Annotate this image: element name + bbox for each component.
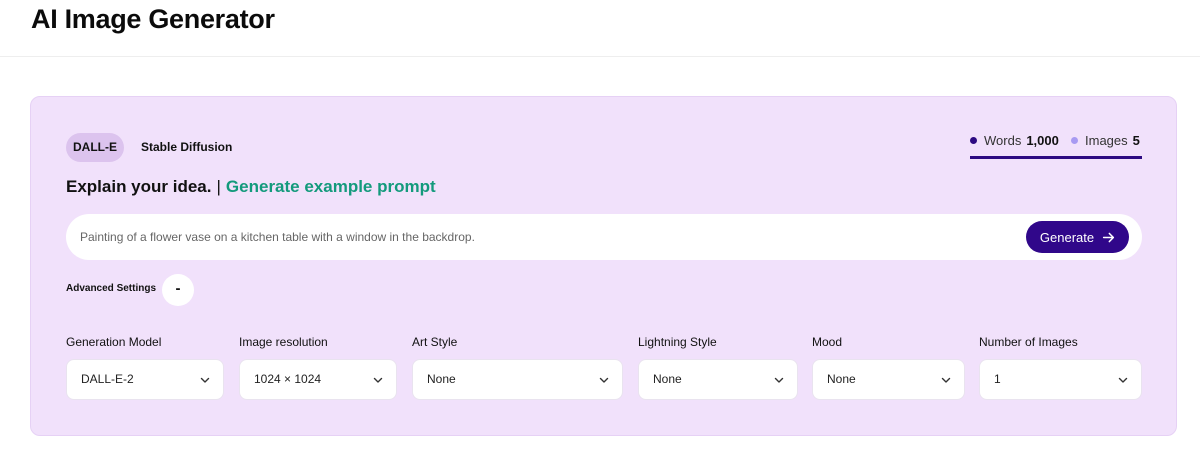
art-style-select[interactable]: None bbox=[412, 359, 623, 400]
generate-button[interactable]: Generate bbox=[1026, 221, 1129, 253]
images-usage: Images 5 bbox=[1071, 133, 1140, 148]
chevron-down-icon bbox=[774, 377, 784, 383]
mood-select[interactable]: None bbox=[812, 359, 965, 400]
prompt-input[interactable] bbox=[80, 214, 980, 260]
advanced-settings-toggle[interactable]: - bbox=[162, 274, 194, 306]
chevron-down-icon bbox=[599, 377, 609, 383]
prompt-headline: Explain your idea. | Generate example prom… bbox=[66, 177, 436, 197]
image-resolution-select[interactable]: 1024 × 1024 bbox=[239, 359, 397, 400]
lightning-style-label: Lightning Style bbox=[638, 335, 717, 349]
page-title: AI Image Generator bbox=[31, 4, 275, 34]
prompt-box: Generate bbox=[66, 214, 1142, 260]
generator-card: DALL-E Stable Diffusion Words 1,000 Image… bbox=[30, 96, 1177, 436]
images-dot-icon bbox=[1071, 137, 1078, 145]
words-label: Words bbox=[984, 133, 1022, 148]
chevron-down-icon bbox=[1118, 377, 1128, 383]
generate-example-prompt-link[interactable]: Generate example prompt bbox=[226, 177, 436, 196]
tab-stable-diffusion[interactable]: Stable Diffusion bbox=[141, 133, 232, 162]
image-resolution-value: 1024 × 1024 bbox=[254, 372, 322, 386]
tab-dall-e[interactable]: DALL-E bbox=[66, 133, 124, 162]
words-dot-icon bbox=[970, 137, 977, 145]
generation-model-select[interactable]: DALL-E-2 bbox=[66, 359, 224, 400]
images-value: 5 bbox=[1132, 133, 1140, 148]
advanced-settings-label: Advanced Settings bbox=[66, 283, 157, 294]
arrow-right-icon bbox=[1102, 232, 1115, 242]
lightning-style-select[interactable]: None bbox=[638, 359, 798, 400]
generation-model-label: Generation Model bbox=[66, 335, 162, 349]
number-of-images-select[interactable]: 1 bbox=[979, 359, 1142, 400]
art-style-label: Art Style bbox=[412, 335, 458, 349]
art-style-value: None bbox=[427, 372, 456, 386]
mood-label: Mood bbox=[812, 335, 843, 349]
chevron-down-icon bbox=[941, 377, 951, 383]
generate-button-label: Generate bbox=[1039, 229, 1095, 245]
chevron-down-icon bbox=[200, 377, 210, 383]
headline-text: Explain your idea. bbox=[66, 177, 212, 196]
page-header: AI Image Generator bbox=[0, 0, 1200, 57]
images-label: Images bbox=[1085, 133, 1128, 148]
words-usage: Words 1,000 bbox=[970, 133, 1059, 148]
chevron-down-icon bbox=[373, 377, 383, 383]
headline-separator: | bbox=[216, 177, 221, 196]
number-of-images-label: Number of Images bbox=[979, 335, 1078, 349]
mood-value: None bbox=[827, 372, 856, 386]
words-value: 1,000 bbox=[1026, 133, 1059, 148]
lightning-style-value: None bbox=[653, 372, 682, 386]
usage-meter: Words 1,000 Images 5 bbox=[970, 133, 1142, 159]
image-resolution-label: Image resolution bbox=[239, 335, 328, 349]
generation-model-value: DALL-E-2 bbox=[81, 372, 134, 386]
number-of-images-value: 1 bbox=[994, 372, 1001, 386]
